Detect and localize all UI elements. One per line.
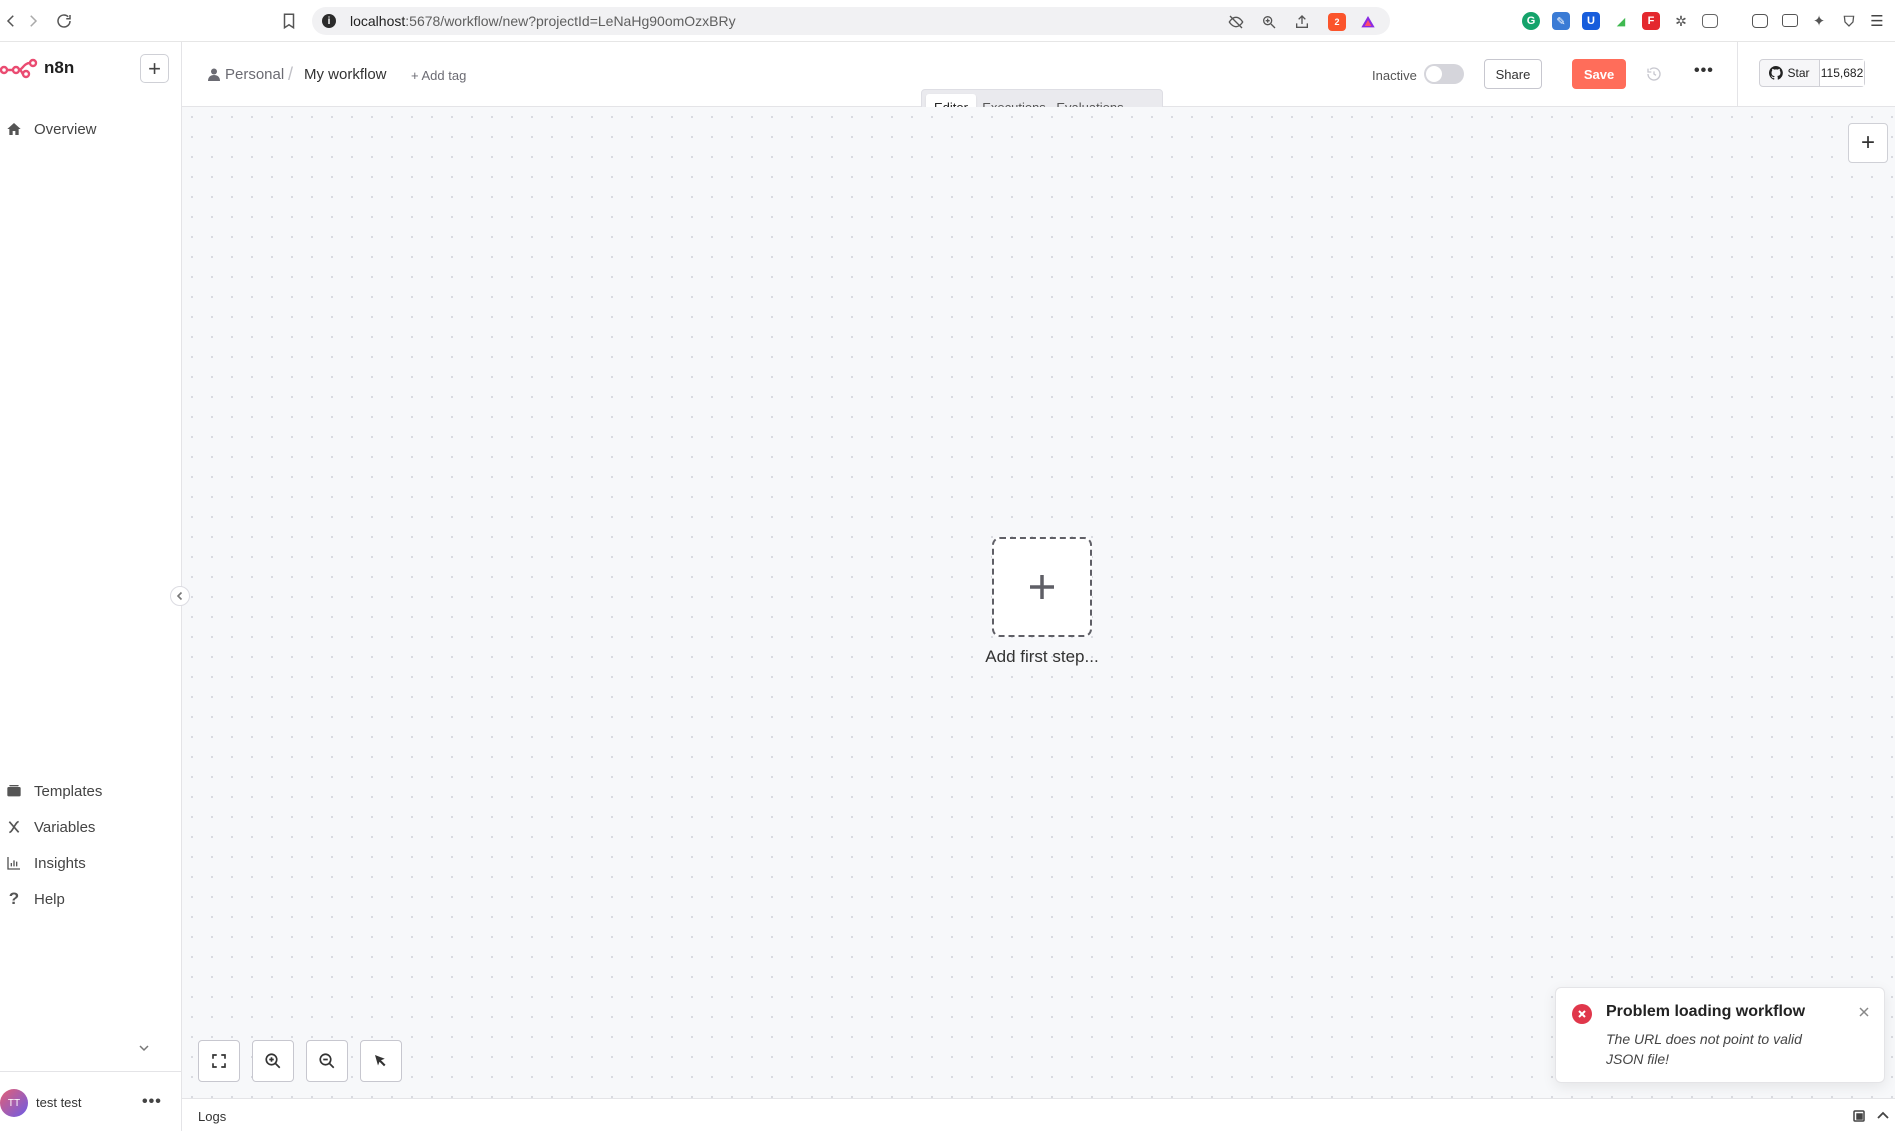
share-page-icon[interactable] [1293, 13, 1311, 31]
breadcrumb-separator: / [288, 64, 294, 84]
extensions-puzzle-icon[interactable]: ✲ [1672, 12, 1690, 30]
sidebar-item-label: Insights [34, 854, 86, 872]
bookmark-icon[interactable] [278, 10, 300, 32]
wand-icon [375, 1055, 386, 1067]
workflow-canvas[interactable]: + Add first step... [182, 107, 1895, 1098]
fit-view-button[interactable] [198, 1040, 240, 1082]
brave-shields-icon[interactable]: 2 [1328, 13, 1346, 31]
zoom-in-icon [265, 1053, 281, 1069]
toast-message: The URL does not point to valid JSON fil… [1606, 1031, 1802, 1067]
sidebar-item-overview[interactable]: Overview [6, 116, 97, 142]
brave-badge: 2 [1334, 17, 1340, 27]
tidy-up-button[interactable] [360, 1040, 402, 1082]
address-bar[interactable]: i localhost:5678/workflow/new?projectId=… [312, 7, 1390, 35]
vpn-shield-icon[interactable]: ⛉ [1840, 12, 1858, 30]
logs-panel-bar[interactable]: Logs [182, 1098, 1895, 1131]
variables-icon [6, 819, 22, 835]
sidebar-item-label: Help [34, 890, 65, 908]
header-divider [1737, 42, 1738, 106]
signal-extension-icon[interactable]: ◢ [1612, 12, 1630, 30]
url-host: localhost [350, 13, 406, 29]
n8n-logo-icon [0, 58, 38, 79]
github-star-count[interactable]: 115,682 [1820, 60, 1864, 86]
toggle-knob [1426, 66, 1442, 82]
tracking-protection-icon[interactable] [1227, 13, 1245, 31]
close-icon[interactable] [1857, 1005, 1871, 1019]
status-label: Inactive [1372, 68, 1417, 83]
pop-out-icon[interactable] [1852, 1109, 1866, 1123]
n8n-logo[interactable]: n8n [0, 56, 74, 80]
github-star-label[interactable]: Star [1760, 60, 1820, 86]
avatar: TT [0, 1089, 28, 1117]
brand-name: n8n [44, 58, 75, 77]
zoom-icon[interactable] [1260, 13, 1278, 31]
zoom-out-button[interactable] [306, 1040, 348, 1082]
sidebar-item-label: Templates [34, 782, 103, 800]
sidebar-item-templates[interactable]: Templates [6, 778, 102, 804]
add-first-step-label: Add first step... [985, 647, 1099, 666]
github-star-text: Star [1787, 66, 1810, 80]
toast-title: Problem loading workflow [1606, 1003, 1806, 1020]
logs-label: Logs [198, 1109, 227, 1124]
site-info-icon[interactable]: i [322, 14, 336, 28]
brave-rewards-icon[interactable] [1359, 13, 1377, 31]
user-more-button[interactable]: ••• [142, 1093, 162, 1111]
active-toggle[interactable] [1424, 64, 1464, 84]
add-tag-button[interactable]: + Add tag [411, 68, 466, 83]
sidebar-item-label: Overview [34, 120, 97, 138]
grammarly-extension-icon[interactable]: G [1522, 12, 1540, 30]
reload-icon[interactable] [53, 10, 75, 32]
sidebar: n8n + Overview Templates Variables Insig… [0, 42, 182, 1131]
breadcrumb-project[interactable]: Personal [208, 66, 284, 83]
url-text[interactable]: localhost:5678/workflow/new?projectId=Le… [350, 13, 736, 29]
url-path: :5678/workflow/new?projectId=LeNaHg90omO… [405, 13, 736, 29]
wallet-icon[interactable] [1782, 14, 1798, 27]
red-extension-icon[interactable]: F [1642, 12, 1660, 30]
fit-view-icon [212, 1054, 226, 1068]
share-button[interactable]: Share [1484, 59, 1542, 89]
github-star-button[interactable]: Star 115,682 [1759, 59, 1865, 87]
add-node-button[interactable]: + [1848, 123, 1888, 163]
extension-blue-icon[interactable]: ✎ [1552, 12, 1570, 30]
browser-toolbar: i localhost:5678/workflow/new?projectId=… [0, 0, 1895, 42]
history-icon[interactable] [1646, 66, 1662, 82]
collapse-sidebar-button[interactable] [170, 586, 190, 606]
browser-menu-icon[interactable]: ☰ [1868, 12, 1886, 30]
user-name: test test [36, 1095, 82, 1110]
templates-icon [6, 783, 22, 799]
sidebar-item-label: Variables [34, 818, 96, 836]
add-first-step-button[interactable] [992, 537, 1092, 637]
bitwarden-extension-icon[interactable]: U [1582, 12, 1600, 30]
chevron-down-icon[interactable] [138, 1042, 150, 1054]
error-toast: Problem loading workflow The URL does no… [1555, 987, 1885, 1083]
user-menu[interactable]: TT test test ••• [0, 1087, 181, 1117]
zoom-in-button[interactable] [252, 1040, 294, 1082]
sidebar-divider [0, 1071, 181, 1072]
home-icon [6, 121, 22, 137]
user-icon [208, 68, 220, 81]
sidebar-item-help[interactable]: ? Help [6, 886, 65, 912]
workflow-header: Personal / My workflow + Add tag Inactiv… [182, 42, 1895, 123]
plus-icon [1030, 575, 1054, 599]
leo-ai-icon[interactable]: ✦ [1810, 12, 1828, 30]
github-icon [1769, 66, 1784, 80]
chevron-up-icon[interactable] [1876, 1109, 1890, 1123]
zoom-out-icon [319, 1053, 335, 1069]
workflow-name[interactable]: My workflow [304, 66, 387, 83]
chevron-left-icon [176, 591, 183, 601]
back-icon[interactable] [0, 10, 22, 32]
sidebar-item-insights[interactable]: Insights [6, 850, 86, 876]
screenshot-extension-icon[interactable] [1702, 14, 1718, 28]
insights-icon [6, 855, 22, 871]
more-options-button[interactable]: ••• [1694, 62, 1714, 80]
breadcrumb-project-label: Personal [225, 66, 285, 83]
help-icon: ? [8, 889, 20, 908]
error-icon [1572, 1004, 1592, 1024]
create-new-button[interactable]: + [140, 54, 169, 83]
sidebar-item-variables[interactable]: Variables [6, 814, 95, 840]
save-button[interactable]: Save [1572, 59, 1626, 89]
sidebar-toggle-icon[interactable] [1752, 14, 1768, 28]
forward-icon[interactable] [22, 10, 44, 32]
